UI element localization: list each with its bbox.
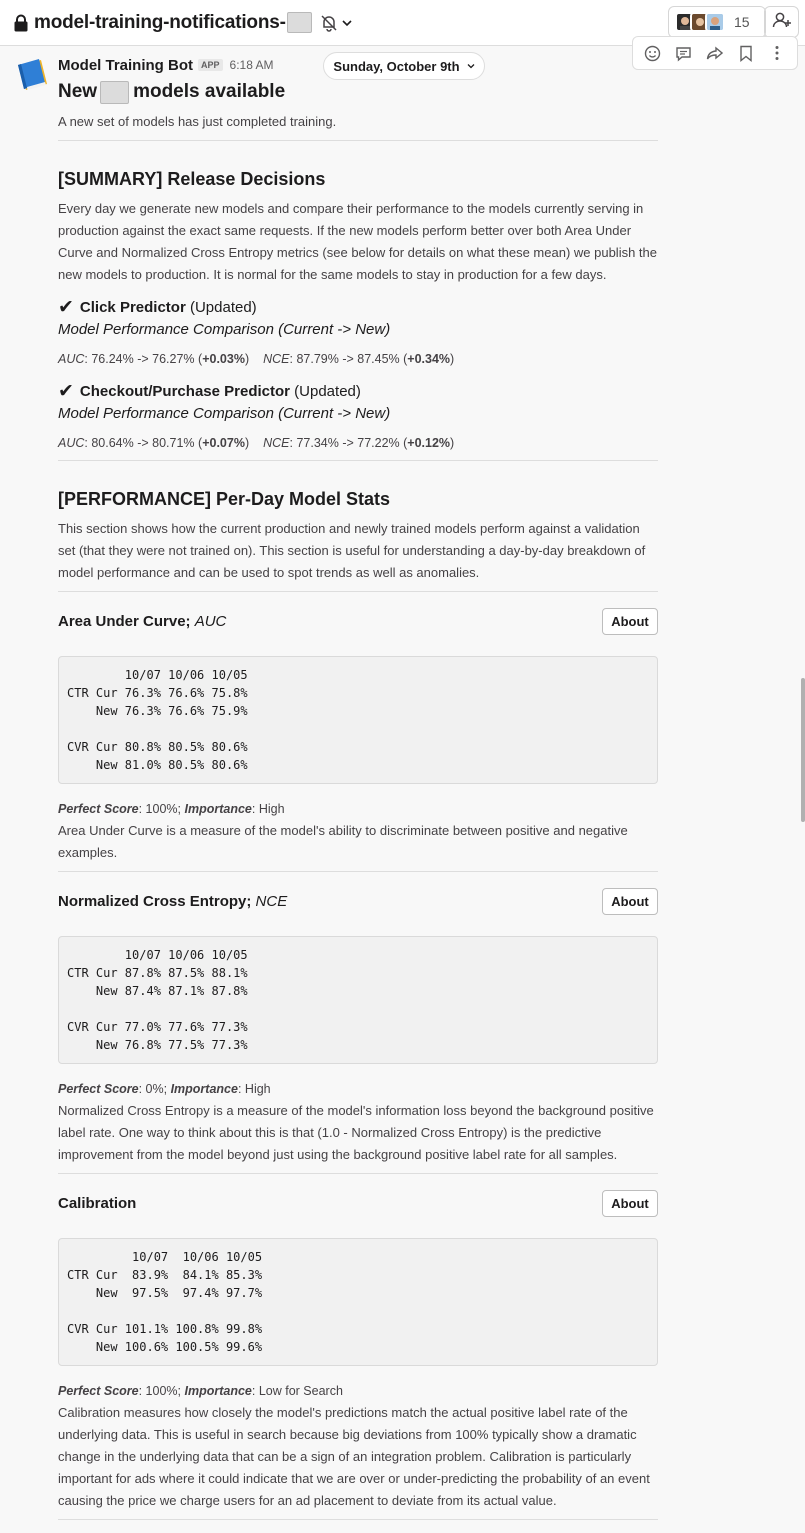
importance-label: Importance: [184, 1384, 252, 1398]
perfect-score-value: : 100%;: [138, 802, 185, 816]
auc-delta: +0.03%: [202, 352, 245, 366]
intro-text: A new set of models has just completed t…: [58, 114, 337, 129]
reply-thread-icon[interactable]: [674, 43, 694, 63]
nce-label: NCE: [263, 436, 290, 450]
auc-values: : 76.24% -> 76.27% (: [84, 352, 203, 366]
importance-label: Importance: [170, 1082, 238, 1096]
metric-calibration: Calibration About 10/07 10/06 10/05 CTR …: [58, 1190, 658, 1512]
metric-name: Area Under Curve: [58, 613, 186, 630]
nce-values: : 87.79% -> 87.45% (: [289, 352, 408, 366]
metric-title: Area Under Curve; AUC: [58, 613, 227, 630]
perfect-score-label: Perfect Score: [58, 1384, 139, 1398]
metric-name: Calibration: [58, 1195, 137, 1212]
summary-body: Every day we generate new models and com…: [58, 201, 657, 282]
perfect-score-label: Perfect Score: [58, 1082, 139, 1096]
title-suffix: models available: [133, 81, 286, 102]
performance-body: This section shows how the current produ…: [58, 521, 646, 580]
checkmark-icon: ✔: [58, 381, 74, 402]
auc-values: : 80.64% -> 80.71% (: [84, 436, 203, 450]
nce-values: : 77.34% -> 77.22% (: [289, 436, 408, 450]
metric-table: 10/07 10/06 10/05 CTR Cur 76.3% 76.6% 75…: [58, 656, 658, 784]
bot-avatar[interactable]: [14, 56, 52, 94]
metric-score-line: Perfect Score: 100%; Importance: Low for…: [58, 1380, 658, 1402]
add-member-button[interactable]: [764, 6, 799, 38]
metric-table: 10/07 10/06 10/05 CTR Cur 87.8% 87.5% 88…: [58, 936, 658, 1064]
nce-delta: +0.12%: [407, 436, 451, 450]
lock-icon: [14, 14, 30, 32]
members-button[interactable]: 15: [668, 6, 766, 38]
performance-heading: [PERFORMANCE] Per-Day Model Stats: [58, 489, 391, 509]
summary-heading: [SUMMARY] Release Decisions: [58, 169, 326, 189]
app-badge: APP: [198, 59, 223, 71]
predictor-name: Click Predictor: [79, 299, 186, 316]
perfect-score-value: : 100%;: [138, 1384, 185, 1398]
message: Model Training Bot APP 6:18 AM New model…: [58, 54, 658, 1520]
importance-label: Importance: [184, 802, 252, 816]
share-icon[interactable]: [705, 43, 725, 63]
title-prefix: New: [58, 81, 98, 102]
bookmark-icon[interactable]: [736, 43, 756, 63]
message-title: New models available: [58, 80, 658, 104]
divider: [58, 591, 658, 592]
metric-name: Normalized Cross Entropy: [58, 893, 247, 910]
metric-abbr: NCE: [255, 893, 288, 910]
scrollbar-thumb[interactable]: [801, 678, 805, 822]
predictor-status: (Updated): [294, 383, 361, 400]
channel-name[interactable]: model-training-notifications-: [34, 12, 286, 34]
metric-nce: Normalized Cross Entropy; NCE About 10/0…: [58, 888, 658, 1166]
auc-delta: +0.07%: [202, 436, 245, 450]
importance-value: : Low for Search: [251, 1384, 343, 1398]
notifications-off-icon[interactable]: [320, 14, 338, 32]
divider: [58, 140, 658, 141]
predictor-metrics: AUC: 76.24% -> 76.27% (+0.03%) NCE: 87.79…: [58, 352, 455, 366]
nce-delta: +0.34%: [407, 352, 451, 366]
comparison-label: Model Performance Comparison (Current ->…: [58, 405, 391, 422]
metric-score-line: Perfect Score: 0%; Importance: High: [58, 1078, 658, 1100]
metric-table: 10/07 10/06 10/05 CTR Cur 83.9% 84.1% 85…: [58, 1238, 658, 1366]
perfect-score-value: : 0%;: [138, 1082, 171, 1096]
predictor-name: Checkout/Purchase Predictor: [79, 383, 290, 400]
metric-score-line: Perfect Score: 100%; Importance: High: [58, 798, 658, 820]
chevron-down-icon[interactable]: [342, 19, 352, 27]
message-timestamp[interactable]: 6:18 AM: [230, 58, 274, 72]
importance-value: : High: [237, 1082, 271, 1096]
comparison-label: Model Performance Comparison (Current ->…: [58, 321, 391, 338]
redacted-channel-suffix: [286, 12, 312, 33]
add-person-icon: [772, 11, 792, 34]
metric-auc: Area Under Curve; AUC About 10/07 10/06 …: [58, 608, 658, 864]
predictor-checkout: ✔ Checkout/Purchase Predictor (Updated) …: [58, 381, 658, 452]
about-button[interactable]: About: [602, 1190, 658, 1217]
divider: [58, 871, 658, 872]
auc-label: AUC: [58, 436, 85, 450]
member-count: 15: [734, 14, 750, 30]
metric-description: Calibration measures how closely the mod…: [58, 1405, 650, 1508]
predictor-metrics: AUC: 80.64% -> 80.71% (+0.07%) NCE: 77.34…: [58, 436, 455, 450]
metric-abbr: AUC: [194, 613, 227, 630]
predictor-status: (Updated): [189, 299, 257, 316]
metric-title: Normalized Cross Entropy; NCE: [58, 893, 288, 910]
importance-value: : High: [251, 802, 285, 816]
perfect-score-label: Perfect Score: [58, 802, 139, 816]
metric-description: Area Under Curve is a measure of the mod…: [58, 823, 628, 860]
sender-name[interactable]: Model Training Bot: [58, 57, 193, 74]
predictor-click: ✔ Click Predictor (Updated) Model Perfor…: [58, 297, 658, 368]
divider: [58, 460, 658, 461]
auc-label: AUC: [58, 352, 85, 366]
divider: [58, 1173, 658, 1174]
nce-label: NCE: [263, 352, 290, 366]
more-actions-icon[interactable]: [767, 43, 787, 63]
metric-description: Normalized Cross Entropy is a measure of…: [58, 1103, 654, 1162]
about-button[interactable]: About: [602, 608, 658, 635]
about-button[interactable]: About: [602, 888, 658, 915]
checkmark-icon: ✔: [58, 297, 74, 318]
divider: [58, 1519, 658, 1520]
redacted-model-name: [100, 80, 130, 104]
member-avatar: [705, 12, 725, 32]
